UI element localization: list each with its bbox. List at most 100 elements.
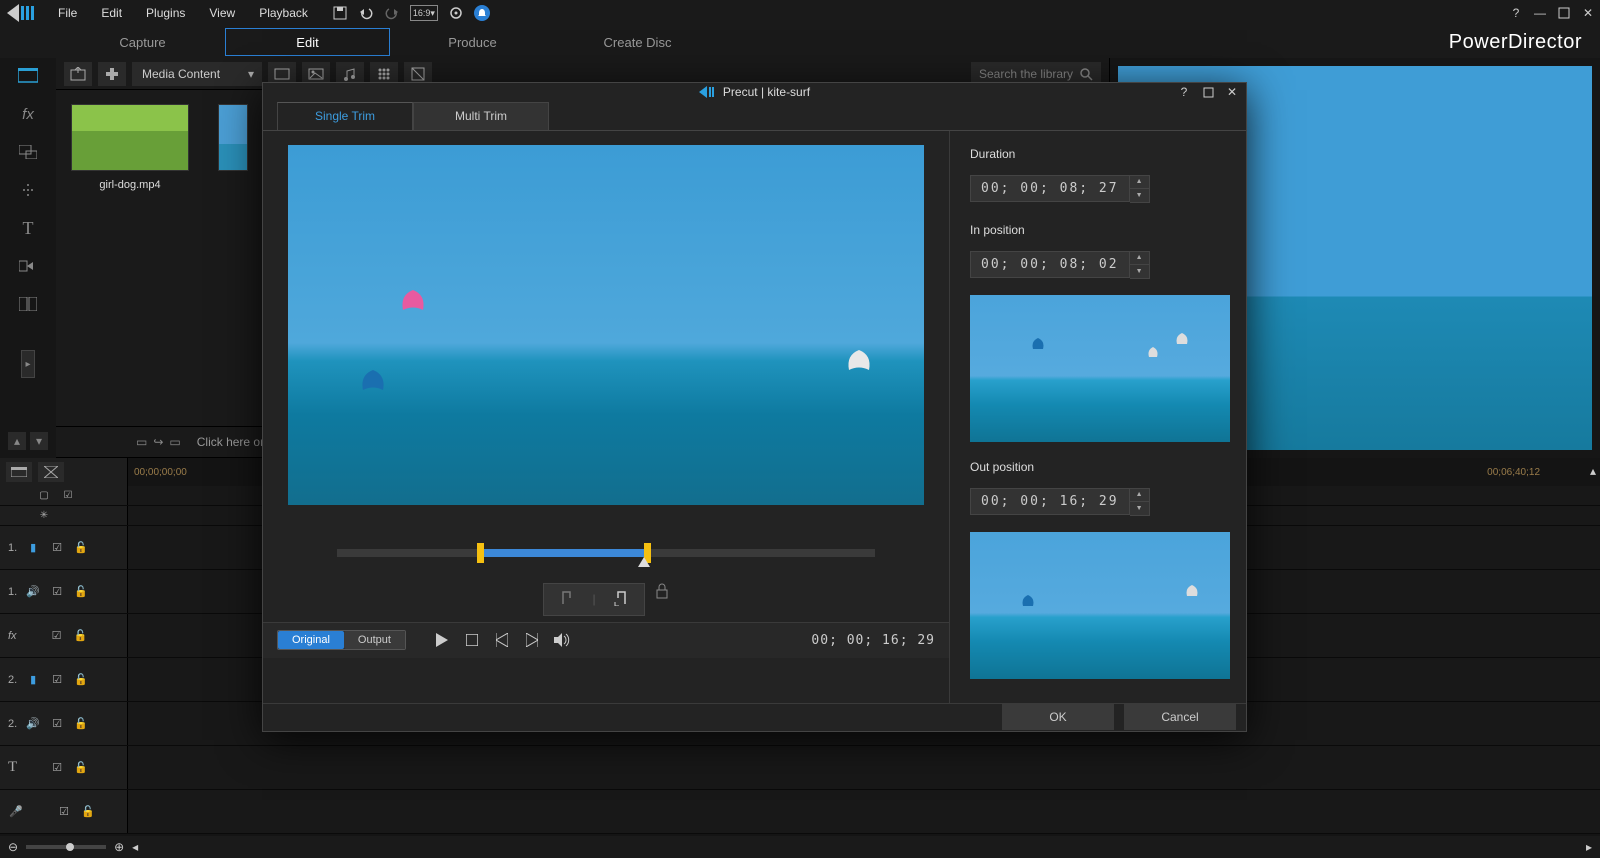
duration-down-icon[interactable]: ▼ [1130,189,1149,202]
tab-multi-trim[interactable]: Multi Trim [413,102,549,130]
track-visible-icon[interactable]: ☑ [56,804,72,820]
audio-room-icon[interactable] [16,292,40,316]
duration-input[interactable]: 00; 00; 08; 27 [970,175,1130,202]
ok-button[interactable]: OK [1002,704,1114,730]
aspect-icon[interactable]: 16:9▾ [410,5,438,21]
in-position-input[interactable]: 00; 00; 08; 02 [970,251,1130,278]
mode-create-disc[interactable]: Create Disc [555,28,720,56]
close-icon[interactable]: ✕ [1580,5,1596,21]
mode-capture[interactable]: Capture [60,28,225,56]
rail-down-icon[interactable]: ▾ [30,432,48,450]
transition-room-icon[interactable] [16,254,40,278]
lock-icon[interactable]: 🔓 [73,628,89,644]
pip-room-icon[interactable] [16,140,40,164]
lock-icon[interactable]: 🔓 [73,760,89,776]
maximize-icon[interactable] [1556,5,1572,21]
track-voice[interactable]: 🎤 ☑ 🔓 [0,790,1600,834]
track-enable-icon[interactable]: ▢ [36,488,52,504]
timeline-tool-icon[interactable]: ▭ [169,435,180,449]
plugin-icon[interactable] [98,62,126,86]
library-clip[interactable] [218,104,248,191]
timeline-tool-icon[interactable]: ▭ [136,435,147,449]
import-icon[interactable] [64,62,92,86]
minimize-icon[interactable]: — [1532,5,1548,21]
volume-icon[interactable] [554,632,570,648]
dialog-titlebar[interactable]: Precut | kite-surf ? ✕ [263,83,1246,102]
snap-icon[interactable]: ✳ [36,508,52,524]
track-visible-icon[interactable]: ☑ [49,584,65,600]
play-icon[interactable] [434,632,450,648]
lock-icon[interactable]: 🔓 [80,804,96,820]
media-room-icon[interactable] [16,64,40,88]
toggle-original[interactable]: Original [278,631,344,649]
library-clip[interactable]: girl-dog.mp4 [70,104,190,191]
mode-tabs: Capture Edit Produce Create Disc PowerDi… [0,26,1600,58]
in-up-icon[interactable]: ▲ [1130,252,1149,265]
dialog-help-icon[interactable]: ? [1176,84,1192,100]
next-frame-icon[interactable] [524,632,540,648]
menu-plugins[interactable]: Plugins [136,2,195,24]
timeline-marker-icon[interactable] [38,462,64,482]
track-visible-icon[interactable]: ☑ [49,716,65,732]
track-label: 2. [8,718,17,730]
lock-trim-icon[interactable] [655,583,669,616]
menu-file[interactable]: File [48,2,87,24]
zoom-out-icon[interactable]: ⊖ [8,840,18,854]
lock-icon[interactable]: 🔓 [73,584,89,600]
dialog-maximize-icon[interactable] [1200,84,1216,100]
scroll-up-icon[interactable]: ▴ [1590,464,1596,478]
out-up-icon[interactable]: ▲ [1130,489,1149,502]
redo-icon[interactable] [384,5,400,21]
mode-produce[interactable]: Produce [390,28,555,56]
cancel-button[interactable]: Cancel [1124,704,1236,730]
out-down-icon[interactable]: ▼ [1130,502,1149,515]
lock-icon[interactable]: 🔓 [73,716,89,732]
menu-view[interactable]: View [199,2,245,24]
track-visible-icon[interactable]: ☑ [49,672,65,688]
scroll-left-icon[interactable]: ◂ [132,840,138,854]
zoom-slider[interactable] [26,845,106,849]
track-visible-icon[interactable]: ☑ [49,760,65,776]
tab-single-trim[interactable]: Single Trim [277,102,413,130]
trim-in-handle[interactable] [477,543,484,563]
save-icon[interactable] [332,5,348,21]
track-visible-icon[interactable]: ☑ [60,488,76,504]
mic-icon: 🎤 [8,804,24,820]
track-visible-icon[interactable]: ☑ [49,540,65,556]
undo-icon[interactable] [358,5,374,21]
prev-frame-icon[interactable] [494,632,510,648]
rail-up-icon[interactable]: ▴ [8,432,26,450]
dialog-close-icon[interactable]: ✕ [1224,84,1240,100]
duration-up-icon[interactable]: ▲ [1130,176,1149,189]
mark-in-icon[interactable] [560,590,576,609]
zoom-in-icon[interactable]: ⊕ [114,840,124,854]
particle-room-icon[interactable] [16,178,40,202]
trim-bar [277,533,935,573]
library-filter-label: Media Content [142,67,220,81]
trim-playhead[interactable] [638,557,650,567]
title-room-icon[interactable]: T [16,216,40,240]
bell-icon[interactable] [474,5,490,21]
stop-icon[interactable] [464,632,480,648]
track-title[interactable]: T☑🔓 [0,746,1600,790]
lock-icon[interactable]: 🔓 [73,672,89,688]
help-icon[interactable]: ? [1508,5,1524,21]
menu-playback[interactable]: Playback [249,2,318,24]
trim-track[interactable] [337,549,875,557]
out-position-input[interactable]: 00; 00; 16; 29 [970,488,1130,515]
mark-out-icon[interactable] [612,590,628,609]
track-visible-icon[interactable]: ☑ [49,628,65,644]
rail-expand-button[interactable]: ▸ [21,350,35,378]
in-down-icon[interactable]: ▼ [1130,265,1149,278]
library-filter-dropdown[interactable]: Media Content [132,62,262,86]
lock-icon[interactable]: 🔓 [73,540,89,556]
mode-edit[interactable]: Edit [225,28,390,56]
menu-edit[interactable]: Edit [91,2,132,24]
fx-room-icon[interactable]: fx [16,102,40,126]
precut-dialog: Precut | kite-surf ? ✕ Single Trim Multi… [262,82,1247,732]
scroll-right-icon[interactable]: ▸ [1586,840,1592,854]
timeline-view-icon[interactable] [6,462,32,482]
gear-icon[interactable] [448,5,464,21]
toggle-output[interactable]: Output [344,631,405,649]
app-logo [4,3,44,23]
